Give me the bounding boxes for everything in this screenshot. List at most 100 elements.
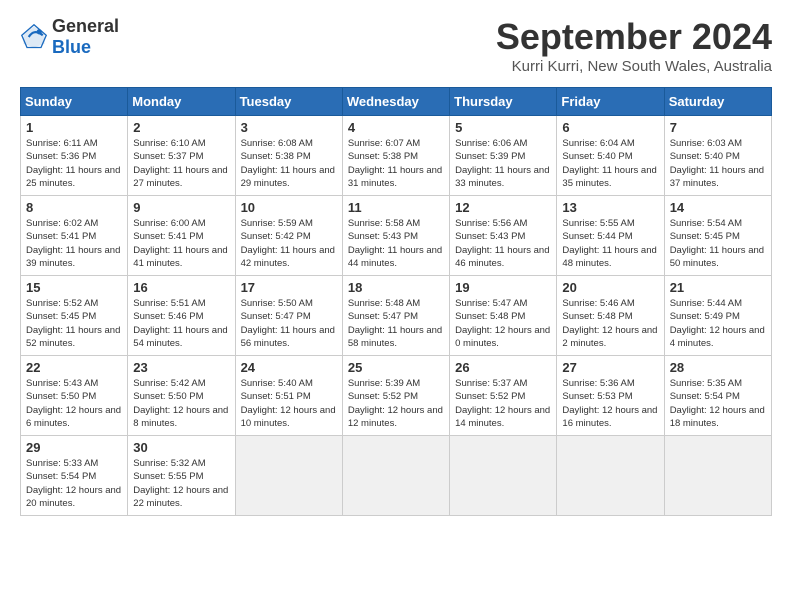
header-monday: Monday bbox=[128, 88, 235, 116]
sunset-label: Sunset: 5:52 PM bbox=[348, 391, 418, 402]
table-row bbox=[450, 436, 557, 516]
day-number: 7 bbox=[670, 120, 766, 135]
day-info: Sunrise: 5:43 AM Sunset: 5:50 PM Dayligh… bbox=[26, 377, 122, 430]
day-number: 30 bbox=[133, 440, 229, 455]
table-row: 22 Sunrise: 5:43 AM Sunset: 5:50 PM Dayl… bbox=[21, 356, 128, 436]
daylight-label: Daylight: 12 hours and 0 minutes. bbox=[455, 325, 550, 349]
sunrise-label: Sunrise: 5:46 AM bbox=[562, 298, 634, 309]
sunset-label: Sunset: 5:50 PM bbox=[133, 391, 203, 402]
day-info: Sunrise: 5:32 AM Sunset: 5:55 PM Dayligh… bbox=[133, 457, 229, 510]
sunrise-label: Sunrise: 5:52 AM bbox=[26, 298, 98, 309]
sunset-label: Sunset: 5:45 PM bbox=[670, 231, 740, 242]
day-info: Sunrise: 6:06 AM Sunset: 5:39 PM Dayligh… bbox=[455, 137, 551, 190]
calendar-row: 22 Sunrise: 5:43 AM Sunset: 5:50 PM Dayl… bbox=[21, 356, 772, 436]
calendar-row: 29 Sunrise: 5:33 AM Sunset: 5:54 PM Dayl… bbox=[21, 436, 772, 516]
table-row: 12 Sunrise: 5:56 AM Sunset: 5:43 PM Dayl… bbox=[450, 196, 557, 276]
sunset-label: Sunset: 5:43 PM bbox=[348, 231, 418, 242]
sunrise-label: Sunrise: 5:58 AM bbox=[348, 218, 420, 229]
daylight-label: Daylight: 11 hours and 42 minutes. bbox=[241, 245, 335, 269]
table-row: 13 Sunrise: 5:55 AM Sunset: 5:44 PM Dayl… bbox=[557, 196, 664, 276]
day-info: Sunrise: 5:42 AM Sunset: 5:50 PM Dayligh… bbox=[133, 377, 229, 430]
sunset-label: Sunset: 5:41 PM bbox=[26, 231, 96, 242]
header-sunday: Sunday bbox=[21, 88, 128, 116]
sunset-label: Sunset: 5:47 PM bbox=[241, 311, 311, 322]
sunset-label: Sunset: 5:53 PM bbox=[562, 391, 632, 402]
table-row: 3 Sunrise: 6:08 AM Sunset: 5:38 PM Dayli… bbox=[235, 116, 342, 196]
table-row: 15 Sunrise: 5:52 AM Sunset: 5:45 PM Dayl… bbox=[21, 276, 128, 356]
day-info: Sunrise: 5:52 AM Sunset: 5:45 PM Dayligh… bbox=[26, 297, 122, 350]
day-number: 12 bbox=[455, 200, 551, 215]
sunset-label: Sunset: 5:52 PM bbox=[455, 391, 525, 402]
day-info: Sunrise: 5:40 AM Sunset: 5:51 PM Dayligh… bbox=[241, 377, 337, 430]
daylight-label: Daylight: 12 hours and 2 minutes. bbox=[562, 325, 657, 349]
table-row: 17 Sunrise: 5:50 AM Sunset: 5:47 PM Dayl… bbox=[235, 276, 342, 356]
table-row: 30 Sunrise: 5:32 AM Sunset: 5:55 PM Dayl… bbox=[128, 436, 235, 516]
day-info: Sunrise: 5:48 AM Sunset: 5:47 PM Dayligh… bbox=[348, 297, 444, 350]
table-row: 7 Sunrise: 6:03 AM Sunset: 5:40 PM Dayli… bbox=[664, 116, 771, 196]
table-row: 28 Sunrise: 5:35 AM Sunset: 5:54 PM Dayl… bbox=[664, 356, 771, 436]
sunrise-label: Sunrise: 6:08 AM bbox=[241, 138, 313, 149]
day-info: Sunrise: 6:07 AM Sunset: 5:38 PM Dayligh… bbox=[348, 137, 444, 190]
day-info: Sunrise: 5:51 AM Sunset: 5:46 PM Dayligh… bbox=[133, 297, 229, 350]
sunset-label: Sunset: 5:44 PM bbox=[562, 231, 632, 242]
table-row: 20 Sunrise: 5:46 AM Sunset: 5:48 PM Dayl… bbox=[557, 276, 664, 356]
table-row bbox=[664, 436, 771, 516]
day-number: 27 bbox=[562, 360, 658, 375]
day-info: Sunrise: 6:08 AM Sunset: 5:38 PM Dayligh… bbox=[241, 137, 337, 190]
table-row: 9 Sunrise: 6:00 AM Sunset: 5:41 PM Dayli… bbox=[128, 196, 235, 276]
day-number: 4 bbox=[348, 120, 444, 135]
daylight-label: Daylight: 11 hours and 39 minutes. bbox=[26, 245, 120, 269]
sunrise-label: Sunrise: 5:39 AM bbox=[348, 378, 420, 389]
sunrise-label: Sunrise: 5:43 AM bbox=[26, 378, 98, 389]
header-saturday: Saturday bbox=[664, 88, 771, 116]
sunrise-label: Sunrise: 6:00 AM bbox=[133, 218, 205, 229]
logo-general: General bbox=[52, 16, 119, 36]
sunset-label: Sunset: 5:38 PM bbox=[241, 151, 311, 162]
day-number: 11 bbox=[348, 200, 444, 215]
day-info: Sunrise: 5:39 AM Sunset: 5:52 PM Dayligh… bbox=[348, 377, 444, 430]
sunrise-label: Sunrise: 6:02 AM bbox=[26, 218, 98, 229]
table-row: 4 Sunrise: 6:07 AM Sunset: 5:38 PM Dayli… bbox=[342, 116, 449, 196]
sunrise-label: Sunrise: 5:55 AM bbox=[562, 218, 634, 229]
day-number: 5 bbox=[455, 120, 551, 135]
header-wednesday: Wednesday bbox=[342, 88, 449, 116]
sunrise-label: Sunrise: 5:50 AM bbox=[241, 298, 313, 309]
day-number: 10 bbox=[241, 200, 337, 215]
header-friday: Friday bbox=[557, 88, 664, 116]
day-info: Sunrise: 5:36 AM Sunset: 5:53 PM Dayligh… bbox=[562, 377, 658, 430]
day-info: Sunrise: 5:35 AM Sunset: 5:54 PM Dayligh… bbox=[670, 377, 766, 430]
daylight-label: Daylight: 11 hours and 52 minutes. bbox=[26, 325, 120, 349]
day-number: 13 bbox=[562, 200, 658, 215]
day-info: Sunrise: 5:50 AM Sunset: 5:47 PM Dayligh… bbox=[241, 297, 337, 350]
sunrise-label: Sunrise: 6:07 AM bbox=[348, 138, 420, 149]
table-row: 2 Sunrise: 6:10 AM Sunset: 5:37 PM Dayli… bbox=[128, 116, 235, 196]
sunset-label: Sunset: 5:50 PM bbox=[26, 391, 96, 402]
day-number: 15 bbox=[26, 280, 122, 295]
day-number: 23 bbox=[133, 360, 229, 375]
table-row: 5 Sunrise: 6:06 AM Sunset: 5:39 PM Dayli… bbox=[450, 116, 557, 196]
calendar-row: 1 Sunrise: 6:11 AM Sunset: 5:36 PM Dayli… bbox=[21, 116, 772, 196]
day-info: Sunrise: 6:11 AM Sunset: 5:36 PM Dayligh… bbox=[26, 137, 122, 190]
daylight-label: Daylight: 12 hours and 18 minutes. bbox=[670, 405, 765, 429]
sunrise-label: Sunrise: 5:32 AM bbox=[133, 458, 205, 469]
daylight-label: Daylight: 12 hours and 16 minutes. bbox=[562, 405, 657, 429]
calendar-table: Sunday Monday Tuesday Wednesday Thursday… bbox=[20, 87, 772, 516]
table-row: 11 Sunrise: 5:58 AM Sunset: 5:43 PM Dayl… bbox=[342, 196, 449, 276]
day-number: 1 bbox=[26, 120, 122, 135]
table-row: 16 Sunrise: 5:51 AM Sunset: 5:46 PM Dayl… bbox=[128, 276, 235, 356]
daylight-label: Daylight: 11 hours and 41 minutes. bbox=[133, 245, 227, 269]
daylight-label: Daylight: 11 hours and 54 minutes. bbox=[133, 325, 227, 349]
sunset-label: Sunset: 5:54 PM bbox=[670, 391, 740, 402]
day-number: 19 bbox=[455, 280, 551, 295]
daylight-label: Daylight: 12 hours and 22 minutes. bbox=[133, 485, 228, 509]
day-info: Sunrise: 5:54 AM Sunset: 5:45 PM Dayligh… bbox=[670, 217, 766, 270]
daylight-label: Daylight: 11 hours and 58 minutes. bbox=[348, 325, 442, 349]
day-number: 2 bbox=[133, 120, 229, 135]
day-number: 25 bbox=[348, 360, 444, 375]
sunset-label: Sunset: 5:55 PM bbox=[133, 471, 203, 482]
day-number: 16 bbox=[133, 280, 229, 295]
calendar-header: Sunday Monday Tuesday Wednesday Thursday… bbox=[21, 88, 772, 116]
day-info: Sunrise: 6:03 AM Sunset: 5:40 PM Dayligh… bbox=[670, 137, 766, 190]
day-number: 22 bbox=[26, 360, 122, 375]
calendar-row: 15 Sunrise: 5:52 AM Sunset: 5:45 PM Dayl… bbox=[21, 276, 772, 356]
